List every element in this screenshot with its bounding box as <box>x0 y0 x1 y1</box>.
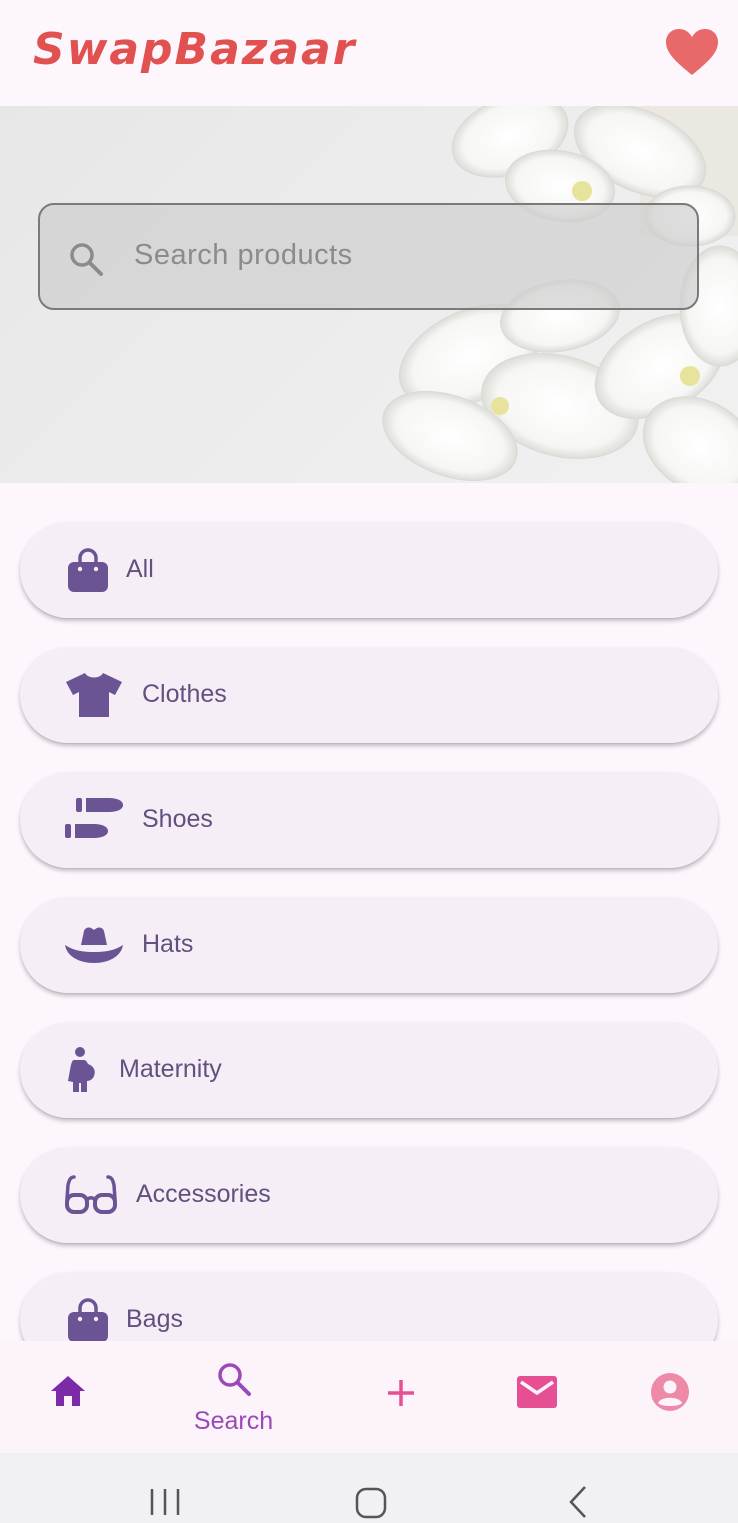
back-icon[interactable] <box>567 1484 589 1520</box>
nav-add[interactable] <box>328 1341 475 1453</box>
category-list: All Clothes Shoes Hats Maternity Accesso… <box>0 483 738 1341</box>
nav-home[interactable] <box>0 1341 147 1453</box>
nav-search-label: Search <box>193 1407 274 1435</box>
category-label: Bags <box>126 1305 183 1333</box>
category-hats[interactable]: Hats <box>20 897 718 993</box>
category-shoes[interactable]: Shoes <box>20 772 718 868</box>
account-icon <box>651 1373 689 1411</box>
shoe-prints-icon <box>65 798 123 838</box>
search-input[interactable]: Search products <box>38 203 699 310</box>
pregnant-woman-icon <box>68 1047 95 1092</box>
hero-banner: Search products <box>0 106 738 483</box>
app-bar: SwapBazaar <box>0 0 738 106</box>
category-accessories[interactable]: Accessories <box>20 1147 718 1243</box>
mail-icon <box>517 1376 557 1408</box>
bottom-navigation: Search <box>0 1341 738 1453</box>
system-navigation-bar <box>0 1453 738 1523</box>
search-icon <box>70 243 103 276</box>
shopping-bag-icon <box>68 548 108 592</box>
category-label: Accessories <box>136 1180 271 1208</box>
nav-messages[interactable] <box>463 1341 610 1453</box>
category-maternity[interactable]: Maternity <box>20 1022 718 1118</box>
category-label: Clothes <box>142 680 227 708</box>
category-clothes[interactable]: Clothes <box>20 647 718 743</box>
hat-icon <box>65 927 123 963</box>
nav-search[interactable]: Search <box>160 1341 307 1453</box>
home-icon <box>51 1376 85 1406</box>
category-label: Shoes <box>142 805 213 833</box>
tshirt-icon <box>66 673 122 717</box>
search-placeholder: Search products <box>134 239 353 271</box>
shopping-bag-icon <box>68 1298 108 1341</box>
home-button-icon[interactable] <box>355 1487 387 1519</box>
recent-apps-icon[interactable] <box>148 1486 182 1518</box>
heart-icon <box>666 29 718 75</box>
category-label: Hats <box>142 930 194 958</box>
category-bags[interactable]: Bags <box>20 1272 718 1341</box>
category-label: All <box>126 555 154 583</box>
favorites-button[interactable] <box>664 28 720 78</box>
category-all[interactable]: All <box>20 522 718 618</box>
glasses-icon <box>65 1175 117 1214</box>
add-icon <box>388 1380 414 1406</box>
app-title: SwapBazaar <box>33 24 357 75</box>
search-icon <box>218 1363 251 1396</box>
category-label: Maternity <box>119 1055 222 1083</box>
nav-profile[interactable] <box>597 1341 738 1453</box>
